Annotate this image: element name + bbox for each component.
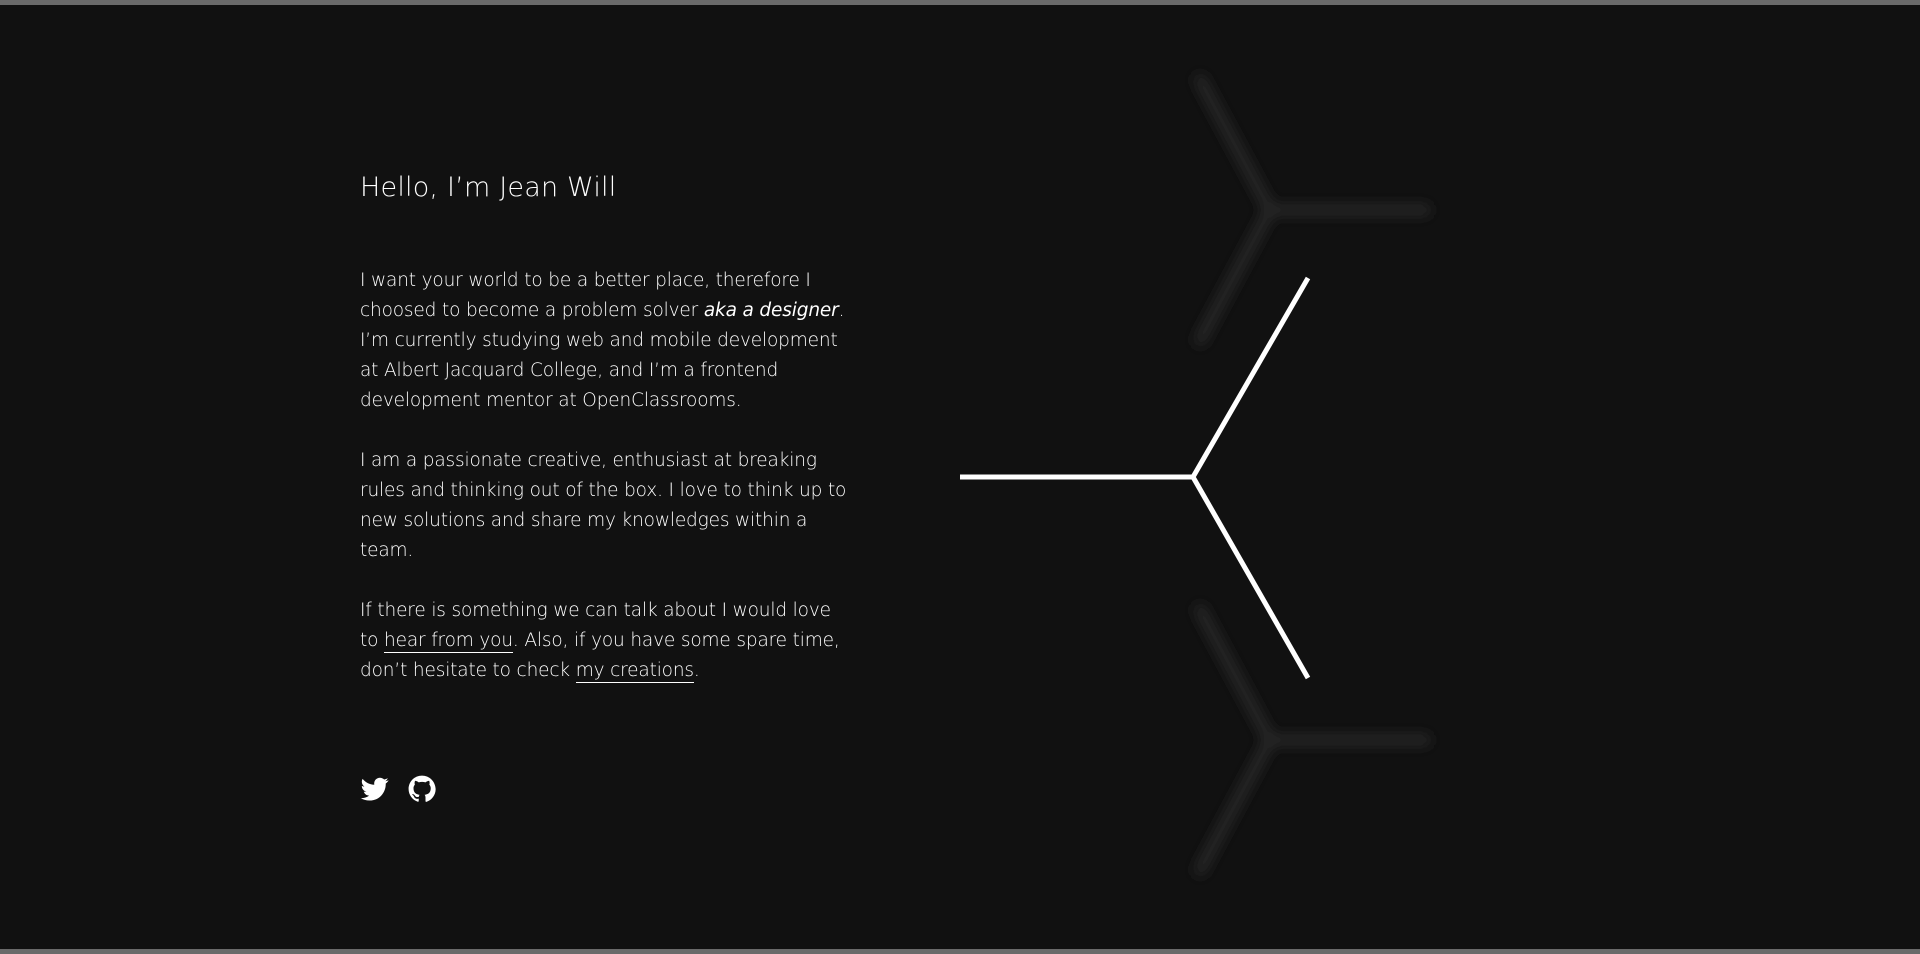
ghost-branch-bottom [1194,604,1431,876]
contact-link[interactable]: hear from you [384,630,513,653]
bottom-frame-bar [0,949,1920,954]
twitter-link[interactable] [360,775,390,803]
github-link[interactable] [408,775,438,803]
branch-graphic [960,74,1431,876]
top-frame-bar [0,0,1920,5]
intro-paragraph-2: I am a passionate creative, enthusiast a… [360,450,847,561]
github-icon [408,775,436,802]
page-title: Hello, I’m Jean Will [360,172,617,203]
page: Hello, I’m Jean Will I want your world t… [0,0,1920,954]
intro-content: Hello, I’m Jean Will I want your world t… [360,166,850,686]
main-branch [960,276,1311,680]
creations-link[interactable]: my creations [575,660,694,683]
social-links [360,775,438,803]
intro-paragraph-3: If there is something we can talk about … [360,596,850,686]
ghost-branch-top [1194,74,1431,346]
twitter-icon [360,777,389,801]
intro-paragraph-1: I want your world to be a better place, … [360,266,850,416]
emphasis-text: aka a designer [703,300,839,321]
intro-text: . [693,660,700,681]
